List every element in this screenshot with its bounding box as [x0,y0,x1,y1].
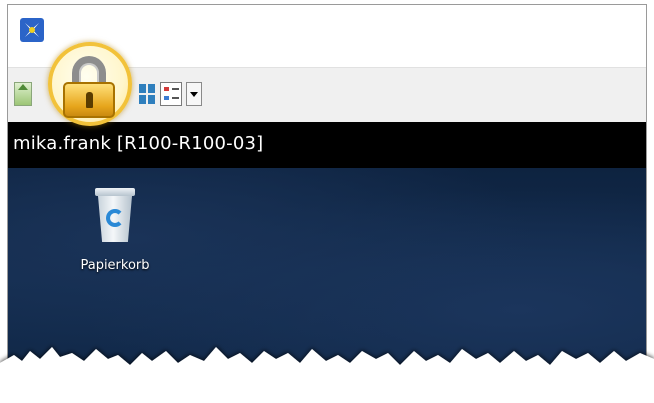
lock-icon [63,82,115,118]
home-button[interactable] [14,82,32,106]
keyhole [86,92,93,108]
chevron-down-icon[interactable] [186,82,202,106]
tile-view-icon [148,84,155,93]
lock-button[interactable] [48,42,132,126]
torn-edge [0,347,654,403]
list-view-icon [164,96,169,100]
toolbar [8,42,646,126]
tile-view-button[interactable] [139,84,155,104]
tile-view-icon [139,95,146,104]
session-title-bar: mika.frank [R100-R100-03] [8,122,646,168]
app-icon[interactable] [20,18,44,42]
desktop-icon-papierkorb[interactable]: Papierkorb [70,188,160,273]
recycle-bin-icon [93,188,137,244]
desktop-icon-label: Papierkorb [80,258,150,273]
list-view-button[interactable] [160,82,182,106]
session-title: mika.frank [R100-R100-03] [13,133,264,154]
tile-view-icon [139,84,146,93]
tile-view-icon [148,95,155,104]
screenshot-stage: mika.frank [R100-R100-03] Papierkorb [0,0,654,403]
list-view-icon [164,87,169,91]
